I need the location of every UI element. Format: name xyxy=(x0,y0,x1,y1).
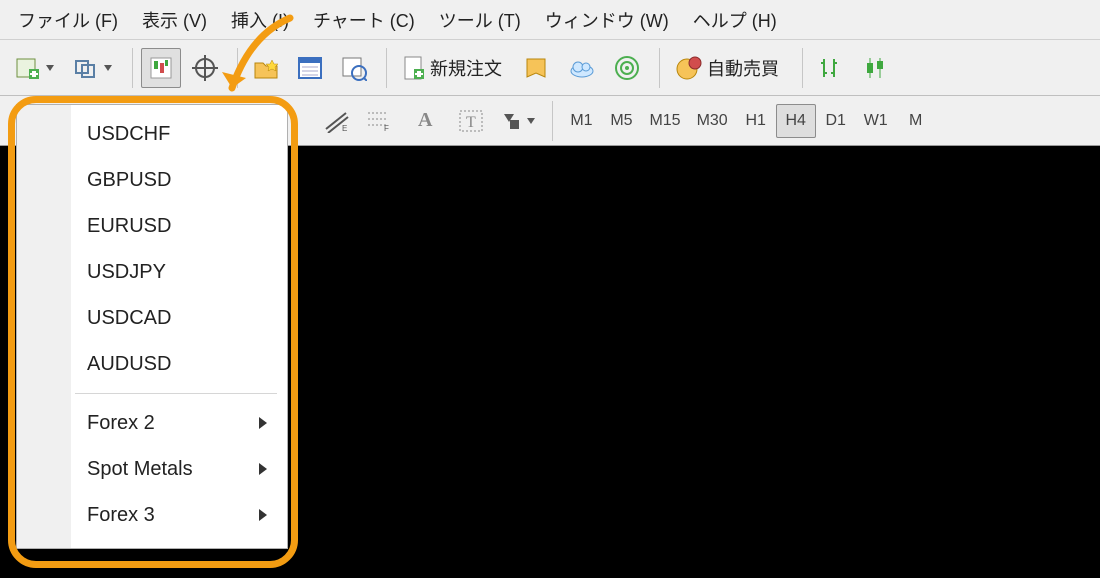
autotrade-button[interactable]: 自動売買 xyxy=(668,48,790,88)
market-watch-toggle[interactable] xyxy=(141,48,181,88)
symbol-item-audusd[interactable]: AUDUSD xyxy=(17,341,287,387)
fibonacci-icon: F xyxy=(366,109,392,133)
toolbar-separator xyxy=(237,48,238,88)
crosshair-icon xyxy=(192,55,218,81)
new-chart-symbol-menu: USDCHF GBPUSD EURUSD USDJPY USDCAD AUDUS… xyxy=(16,104,288,549)
cloud-icon xyxy=(568,55,596,81)
svg-text:T: T xyxy=(466,114,476,131)
toolbar-separator xyxy=(552,101,553,141)
chevron-right-icon xyxy=(259,509,269,521)
candle-chart-icon xyxy=(862,55,888,81)
new-chart-icon xyxy=(15,55,41,81)
text-A-icon: A xyxy=(408,109,442,132)
equidistant-channel-button[interactable]: E xyxy=(316,104,358,138)
menu-chart[interactable]: チャート (C) xyxy=(301,1,427,39)
symbol-item-eurusd[interactable]: EURUSD xyxy=(17,203,287,249)
menubar: ファイル (F) 表示 (V) 挿入 (I) チャート (C) ツール (T) … xyxy=(0,0,1100,40)
submenu-forex3[interactable]: Forex 3 xyxy=(17,492,287,538)
terminal-icon xyxy=(297,55,323,81)
text-label-button[interactable]: T xyxy=(450,104,492,138)
autotrade-icon xyxy=(675,55,703,81)
symbol-item-gbpusd[interactable]: GBPUSD xyxy=(17,157,287,203)
autotrade-label: 自動売買 xyxy=(703,55,783,81)
menu-file[interactable]: ファイル (F) xyxy=(6,1,130,39)
tf-d1[interactable]: D1 xyxy=(816,104,856,138)
toggle-offline-button[interactable] xyxy=(561,48,603,88)
menu-view[interactable]: 表示 (V) xyxy=(130,1,219,39)
menu-help[interactable]: ヘルプ (H) xyxy=(681,1,789,39)
toolbar-main: 新規注文 自動売買 xyxy=(0,40,1100,96)
tf-m15[interactable]: M15 xyxy=(641,104,688,138)
menu-window[interactable]: ウィンドウ (W) xyxy=(533,1,681,39)
menu-separator xyxy=(75,393,277,394)
tf-w1[interactable]: W1 xyxy=(856,104,896,138)
toolbar-separator xyxy=(659,48,660,88)
tf-h1[interactable]: H1 xyxy=(736,104,776,138)
submenu-label: Spot Metals xyxy=(87,458,193,481)
navigator-toggle[interactable] xyxy=(246,48,286,88)
menu-tool[interactable]: ツール (T) xyxy=(427,1,533,39)
strategy-tester-toggle[interactable] xyxy=(334,48,374,88)
shapes-icon xyxy=(500,110,522,132)
toolbar-separator xyxy=(802,48,803,88)
radar-icon xyxy=(614,55,640,81)
menu-insert[interactable]: 挿入 (I) xyxy=(219,1,301,39)
market-watch-icon xyxy=(149,56,173,80)
symbol-item-usdchf[interactable]: USDCHF xyxy=(17,111,287,157)
tf-m30[interactable]: M30 xyxy=(689,104,736,138)
text-tool-button[interactable]: A xyxy=(400,104,450,138)
toolbar-separator xyxy=(132,48,133,88)
symbol-item-usdjpy[interactable]: USDJPY xyxy=(17,249,287,295)
tf-h4[interactable]: H4 xyxy=(776,104,816,138)
tester-icon xyxy=(341,55,367,81)
candle-chart-button[interactable] xyxy=(855,48,895,88)
profiles-icon xyxy=(73,55,99,81)
caret-down-icon xyxy=(45,63,55,73)
tf-m1[interactable]: M1 xyxy=(561,104,601,138)
toolbar-separator xyxy=(386,48,387,88)
objects-menu-button[interactable] xyxy=(492,104,544,138)
submenu-forex2[interactable]: Forex 2 xyxy=(17,400,287,446)
fibonacci-button[interactable]: F xyxy=(358,104,400,138)
caret-down-icon xyxy=(526,116,536,126)
chevron-right-icon xyxy=(259,417,269,429)
tf-m5[interactable]: M5 xyxy=(601,104,641,138)
text-label-icon: T xyxy=(458,109,484,133)
signals-button[interactable] xyxy=(607,48,647,88)
new-chart-button[interactable] xyxy=(8,48,62,88)
folder-star-icon xyxy=(253,55,279,81)
profiles-button[interactable] xyxy=(66,48,120,88)
channel-icon: E xyxy=(324,109,350,133)
caret-down-icon xyxy=(103,63,113,73)
data-window-toggle[interactable] xyxy=(185,48,225,88)
bar-chart-icon xyxy=(818,55,844,81)
chevron-right-icon xyxy=(259,463,269,475)
submenu-label: Forex 3 xyxy=(87,504,155,527)
svg-text:F: F xyxy=(384,124,389,133)
svg-text:E: E xyxy=(342,124,347,133)
bar-chart-button[interactable] xyxy=(811,48,851,88)
tf-mn[interactable]: M xyxy=(896,104,936,138)
new-order-label: 新規注文 xyxy=(426,55,506,81)
metaquotes-button[interactable] xyxy=(517,48,557,88)
submenu-spot-metals[interactable]: Spot Metals xyxy=(17,446,287,492)
book-icon xyxy=(524,55,550,81)
submenu-label: Forex 2 xyxy=(87,412,155,435)
document-plus-icon xyxy=(402,55,426,81)
new-order-button[interactable]: 新規注文 xyxy=(395,48,513,88)
terminal-toggle[interactable] xyxy=(290,48,330,88)
symbol-item-usdcad[interactable]: USDCAD xyxy=(17,295,287,341)
